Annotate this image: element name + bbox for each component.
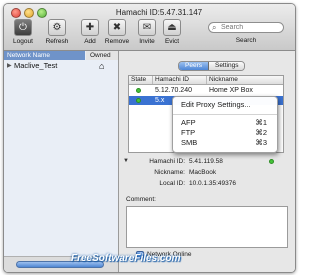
watermark-text: FreeSoftwareFiles.com — [71, 253, 181, 264]
network-list-header: Network Name Owned — [4, 51, 118, 60]
menu-item-shortcut: ⌘1 — [255, 118, 267, 127]
logout-button[interactable]: ⏻ Logout — [6, 19, 40, 45]
refresh-label: Refresh — [45, 38, 69, 45]
info-nickname: Nickname: MacBook — [119, 168, 295, 177]
column-owned[interactable]: Owned — [86, 51, 118, 60]
evict-button[interactable]: ⏏ Evict — [155, 19, 189, 45]
info-local-id: Local ID: 10.0.1.35:49376 — [119, 179, 295, 188]
menu-item-afp[interactable]: AFP ⌘1 — [173, 118, 277, 127]
peer-nickname: Home XP Box — [209, 87, 253, 94]
remove-button[interactable]: ✖ Remove — [100, 19, 134, 45]
network-item-maclive-test[interactable]: ▶ Maclive_Test ⌂ — [4, 61, 118, 71]
house-icon: ⌂ — [99, 61, 105, 71]
context-menu: Edit Proxy Settings... AFP ⌘1 FTP ⌘2 SMB… — [172, 96, 278, 153]
remove-icon: ✖ — [108, 19, 126, 36]
logout-label: Logout — [13, 38, 33, 45]
close-button[interactable] — [11, 8, 21, 18]
comment-label: Comment: — [126, 196, 156, 203]
hamachi-id-label: Hamachi ID: — [149, 158, 185, 165]
online-status-icon — [136, 98, 141, 103]
comment-field[interactable] — [126, 206, 288, 248]
search-input[interactable] — [221, 23, 281, 32]
menu-item-shortcut: ⌘2 — [255, 128, 267, 137]
nickname-label: Nickname: — [154, 169, 185, 176]
detail-pane: Peers Settings State Hamachi ID Nickname… — [119, 51, 295, 272]
local-id-value: 10.0.1.35:49376 — [189, 180, 236, 187]
peer-hamachi-id: 5.12.70.240 — [155, 87, 192, 94]
menu-item-label: AFP — [181, 118, 196, 127]
connection-status-icon — [269, 159, 274, 164]
peers-settings-tabs: Peers Settings — [178, 61, 246, 71]
zoom-button[interactable] — [37, 8, 47, 18]
local-id-label: Local ID: — [159, 180, 185, 187]
add-label: Add — [84, 38, 96, 45]
table-row[interactable]: 5.12.70.240 Home XP Box — [129, 86, 283, 95]
column-nickname[interactable]: Nickname — [207, 76, 283, 84]
invite-icon: ✉ — [138, 19, 156, 36]
tab-settings[interactable]: Settings — [208, 62, 245, 70]
network-name: Maclive_Test — [14, 61, 58, 70]
evict-icon: ⏏ — [163, 19, 181, 36]
search-icon: ⌕ — [212, 23, 217, 32]
peer-hamachi-id: 5.x — [155, 97, 165, 104]
menu-item-label: Edit Proxy Settings... — [181, 100, 251, 109]
evict-label: Evict — [164, 38, 180, 45]
column-network-name[interactable]: Network Name — [4, 51, 85, 60]
column-hamachi-id[interactable]: Hamachi ID — [153, 76, 207, 84]
remove-label: Remove — [104, 38, 130, 45]
hamachi-window: Hamachi ID:5.47.31.147 ⏻ Logout ⚙ Refres… — [3, 3, 296, 273]
peer-table-header: State Hamachi ID Nickname — [129, 76, 283, 85]
power-icon: ⏻ — [14, 19, 32, 36]
menu-item-smb[interactable]: SMB ⌘3 — [173, 138, 277, 147]
minimize-button[interactable] — [24, 8, 34, 18]
search-label: Search — [235, 37, 257, 44]
disclosure-triangle-icon[interactable]: ▶ — [7, 62, 12, 69]
title-bar: Hamachi ID:5.47.31.147 ⏻ Logout ⚙ Refres… — [4, 4, 295, 51]
window-title: Hamachi ID:5.47.31.147 — [115, 8, 203, 17]
tab-peers[interactable]: Peers — [179, 62, 209, 70]
menu-item-label: SMB — [181, 138, 198, 147]
add-icon: ✚ — [81, 19, 99, 36]
nickname-value: MacBook — [189, 169, 217, 176]
menu-separator — [173, 114, 277, 115]
menu-item-edit-proxy-settings[interactable]: Edit Proxy Settings... — [173, 100, 277, 109]
refresh-button[interactable]: ⚙ Refresh — [40, 19, 74, 45]
online-status-icon — [136, 88, 141, 93]
gear-icon: ⚙ — [48, 19, 66, 36]
menu-item-ftp[interactable]: FTP ⌘2 — [173, 128, 277, 137]
menu-item-shortcut: ⌘3 — [255, 138, 267, 147]
invite-label: Invite — [139, 38, 155, 45]
menu-item-label: FTP — [181, 128, 196, 137]
network-list: Network Name Owned ▶ Maclive_Test ⌂ — [4, 51, 119, 272]
hamachi-id-value: 5.41.119.58 — [189, 158, 223, 165]
column-state[interactable]: State — [129, 76, 153, 84]
search-field[interactable]: ⌕ — [208, 22, 284, 33]
info-hamachi-id: Hamachi ID: 5.41.119.58 — [119, 157, 295, 166]
